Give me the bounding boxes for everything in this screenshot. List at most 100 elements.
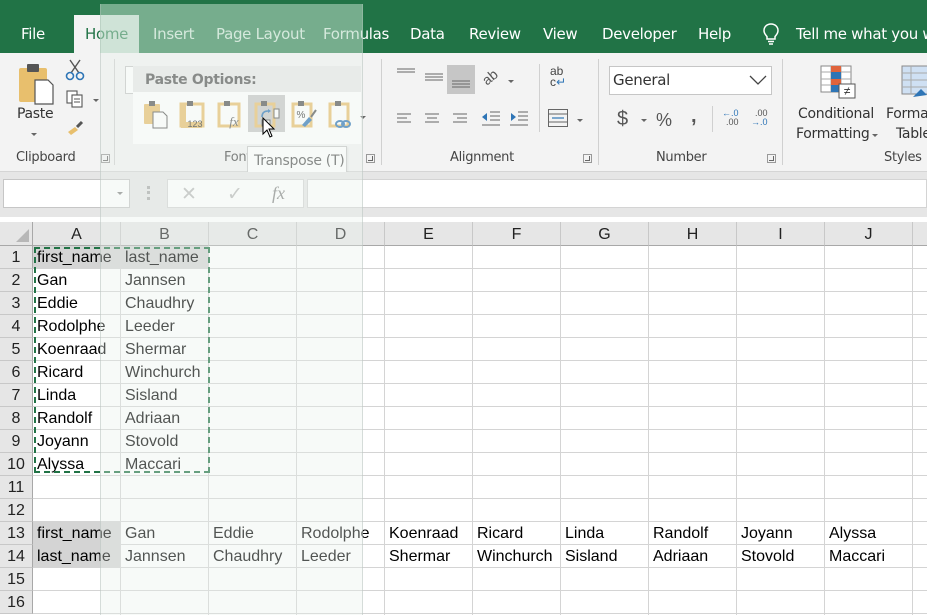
name-box[interactable] <box>3 179 130 208</box>
cell-i14[interactable]: Stovold <box>737 545 824 567</box>
cell-a14[interactable]: last_name <box>33 545 120 567</box>
orientation-dropdown-arrow[interactable] <box>508 80 514 83</box>
decrease-indent-icon[interactable] <box>480 109 502 129</box>
cell-b13[interactable]: Gan <box>121 522 208 544</box>
paste-option-paste[interactable] <box>137 95 174 132</box>
cell-h13[interactable]: Randolf <box>649 522 736 544</box>
cell-a5[interactable]: Koenraad <box>33 338 120 360</box>
tab-insert[interactable]: Insert <box>153 15 195 53</box>
increase-indent-icon[interactable] <box>508 109 530 129</box>
tab-review[interactable]: Review <box>469 15 521 53</box>
tab-view[interactable]: View <box>543 15 578 53</box>
formula-input[interactable] <box>307 179 927 208</box>
conditional-formatting-button-line2[interactable]: Formatting <box>796 126 870 142</box>
alignment-launcher[interactable] <box>583 154 592 163</box>
cell-a8[interactable]: Randolf <box>33 407 120 429</box>
cell-a9[interactable]: Joyann <box>33 430 120 452</box>
tab-help[interactable]: Help <box>698 15 731 53</box>
conditional-formatting-icon[interactable]: ≠ <box>820 65 856 99</box>
cut-icon[interactable] <box>62 57 88 83</box>
cell-d13[interactable]: Rodolphe <box>297 522 384 544</box>
cell-b14[interactable]: Jannsen <box>121 545 208 567</box>
cell-c13[interactable]: Eddie <box>209 522 296 544</box>
row-header-8[interactable]: 8 <box>0 407 33 430</box>
column-header-j[interactable]: J <box>825 222 913 246</box>
formula-bar-grip[interactable] <box>147 186 150 200</box>
cell-b1[interactable]: last_name <box>121 246 208 268</box>
cell-d14[interactable]: Leeder <box>297 545 384 567</box>
cell-a6[interactable]: Ricard <box>33 361 120 383</box>
orientation-icon[interactable]: ab <box>479 66 501 88</box>
paste-option-formatting[interactable]: % <box>285 95 322 132</box>
row-header-3[interactable]: 3 <box>0 292 33 315</box>
select-all-button[interactable] <box>0 222 33 246</box>
enter-icon[interactable]: ✓ <box>227 183 243 206</box>
decrease-decimal-button[interactable]: .00 →.0 <box>751 109 768 127</box>
paste-option-link[interactable] <box>322 95 359 132</box>
merge-dropdown-arrow[interactable] <box>577 119 583 122</box>
paste-options-more-arrow[interactable] <box>360 116 366 119</box>
number-launcher[interactable] <box>767 154 776 163</box>
wrap-text-icon[interactable]: ab c↵ <box>550 65 566 88</box>
currency-dropdown-arrow[interactable] <box>641 119 647 122</box>
cell-f14[interactable]: Winchurch <box>473 545 560 567</box>
align-left-icon[interactable] <box>395 111 413 127</box>
cell-i13[interactable]: Joyann <box>737 522 824 544</box>
align-center-icon[interactable] <box>423 111 441 127</box>
tell-me-search[interactable]: Tell me what you wa <box>796 15 927 53</box>
cell-b10[interactable]: Maccari <box>121 453 208 475</box>
column-header-h[interactable]: H <box>649 222 737 246</box>
percent-button[interactable]: % <box>656 110 672 131</box>
cell-b8[interactable]: Adriaan <box>121 407 208 429</box>
cell-g14[interactable]: Sisland <box>561 545 648 567</box>
cell-a3[interactable]: Eddie <box>33 292 120 314</box>
cell-a2[interactable]: Gan <box>33 269 120 291</box>
paste-dropdown-arrow[interactable] <box>31 133 37 136</box>
tab-developer[interactable]: Developer <box>602 15 677 53</box>
cell-b6[interactable]: Winchurch <box>121 361 208 383</box>
column-header-d[interactable]: D <box>297 222 385 246</box>
cell-e14[interactable]: Shermar <box>385 545 472 567</box>
cell-c14[interactable]: Chaudhry <box>209 545 296 567</box>
cancel-icon[interactable]: ✕ <box>181 183 197 206</box>
row-header-5[interactable]: 5 <box>0 338 33 361</box>
row-header-2[interactable]: 2 <box>0 269 33 292</box>
row-header-7[interactable]: 7 <box>0 384 33 407</box>
row-header-16[interactable]: 16 <box>0 591 33 614</box>
row-header-11[interactable]: 11 <box>0 476 33 499</box>
cell-a4[interactable]: Rodolphe <box>33 315 120 337</box>
copy-icon[interactable] <box>62 86 88 112</box>
column-header-c[interactable]: C <box>209 222 297 246</box>
conditional-formatting-button[interactable]: Conditional <box>798 106 874 122</box>
align-top-icon[interactable] <box>395 67 417 83</box>
align-bottom-button[interactable] <box>447 65 475 94</box>
cell-f13[interactable]: Ricard <box>473 522 560 544</box>
align-middle-icon[interactable] <box>423 70 445 86</box>
row-header-1[interactable]: 1 <box>0 246 33 269</box>
row-header-12[interactable]: 12 <box>0 499 33 522</box>
paste-option-formulas[interactable]: fx <box>211 95 248 132</box>
cell-j13[interactable]: Alyssa <box>825 522 912 544</box>
tab-home[interactable]: Home <box>74 15 140 53</box>
insert-function-icon[interactable]: fx <box>272 183 285 204</box>
cell-b2[interactable]: Jannsen <box>121 269 208 291</box>
paste-icon[interactable] <box>18 62 56 106</box>
tab-page-layout[interactable]: Page Layout <box>216 15 305 53</box>
cell-g13[interactable]: Linda <box>561 522 648 544</box>
cell-j14[interactable]: Maccari <box>825 545 912 567</box>
row-header-14[interactable]: 14 <box>0 545 33 568</box>
conditional-formatting-dropdown-arrow[interactable] <box>872 134 878 137</box>
row-header-4[interactable]: 4 <box>0 315 33 338</box>
cell-e13[interactable]: Koenraad <box>385 522 472 544</box>
cell-b9[interactable]: Stovold <box>121 430 208 452</box>
font-launcher[interactable] <box>366 154 375 163</box>
row-header-9[interactable]: 9 <box>0 430 33 453</box>
cell-b3[interactable]: Chaudhry <box>121 292 208 314</box>
cell-b5[interactable]: Shermar <box>121 338 208 360</box>
align-right-icon[interactable] <box>451 111 469 127</box>
column-header-a[interactable]: A <box>33 222 121 246</box>
column-header-b[interactable]: B <box>121 222 209 246</box>
currency-button[interactable]: $ <box>617 108 628 131</box>
format-as-table-icon[interactable] <box>901 65 927 99</box>
row-header-15[interactable]: 15 <box>0 568 33 591</box>
